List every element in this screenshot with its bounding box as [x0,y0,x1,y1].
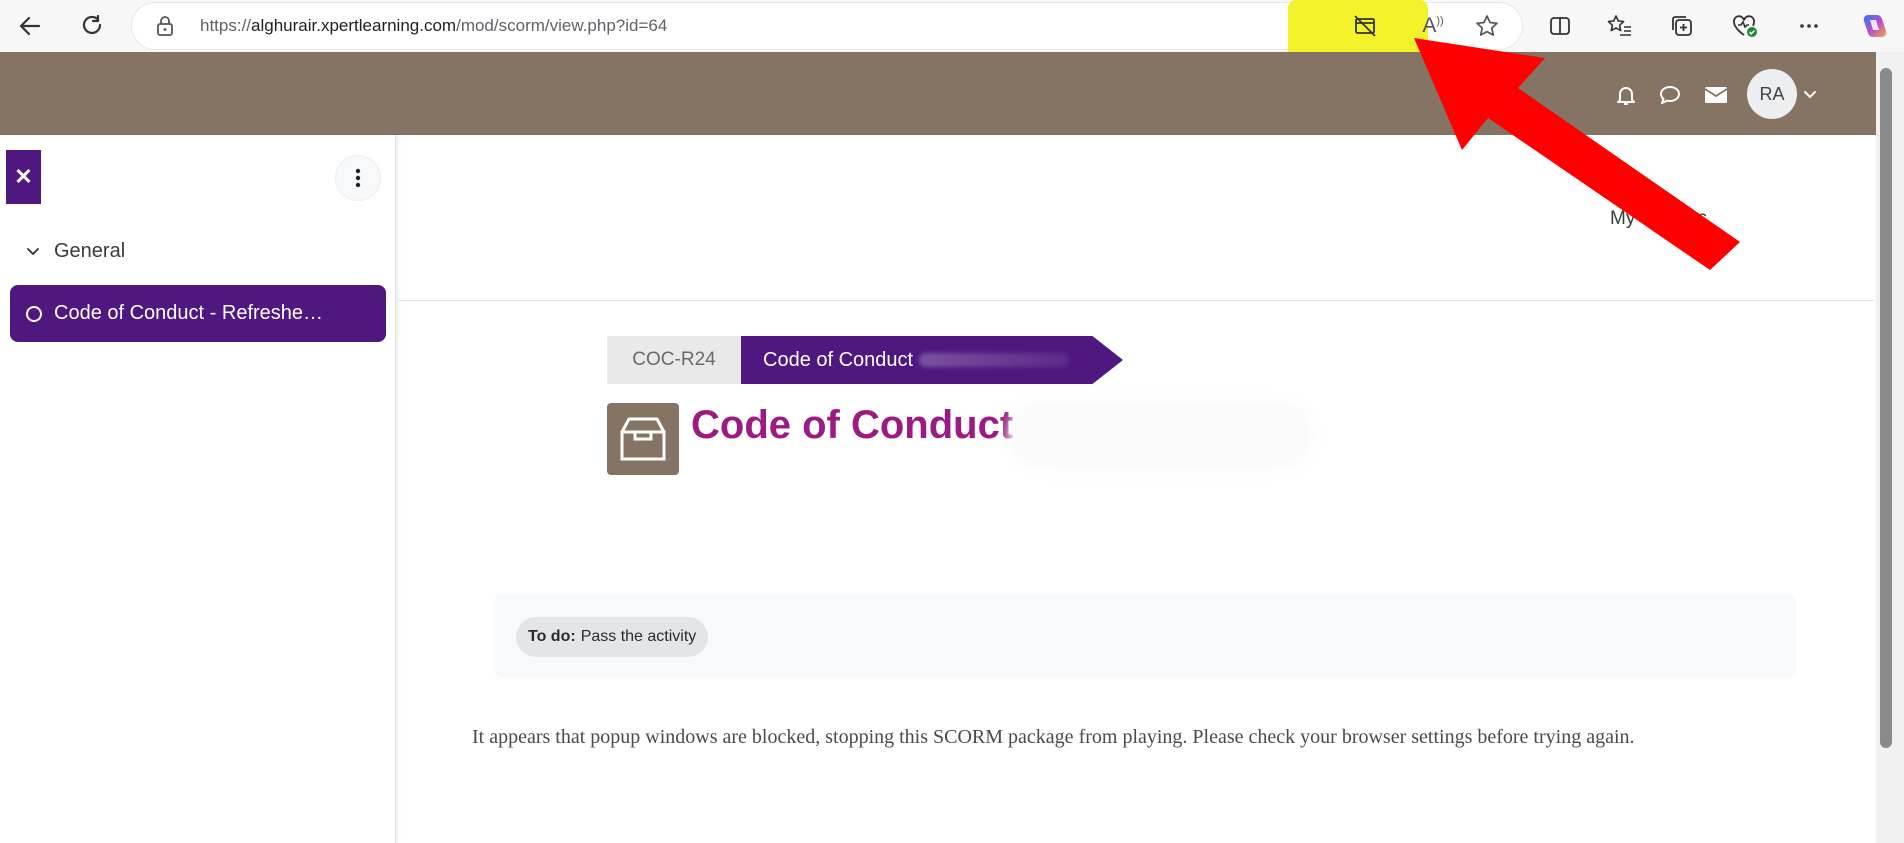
breadcrumb-current[interactable]: Code of Conduct [741,336,1123,384]
popup-blocked-message: It appears that popup windows are blocke… [472,726,1635,748]
todo-text: Pass the activity [580,628,697,645]
section-label: General [54,240,126,262]
favorites-button[interactable] [1602,8,1638,44]
popup-blocked-button[interactable] [1349,10,1381,42]
activity-icon [607,403,679,475]
course-index-item-label: Code of Conduct - Refreshe… [54,302,324,324]
more-button[interactable] [1791,8,1827,44]
copilot-button[interactable] [1856,8,1892,44]
reload-button[interactable] [72,6,112,46]
bell-icon [1617,87,1635,105]
chevron-down-icon [1804,91,1816,99]
avatar-initials: RA [1759,83,1785,104]
favorites-list-icon [1607,15,1631,36]
header-divider [398,300,1874,301]
favorite-star-icon [1476,15,1498,36]
avatar[interactable]: RA [1747,69,1797,119]
todo-prefix: To do: [528,628,576,645]
read-aloud-icon: A)) [1422,14,1444,37]
scrollbar-thumb[interactable] [1880,68,1892,748]
redacted-region [1008,400,1314,470]
lock-icon[interactable] [154,14,176,43]
redacted-text [919,353,1070,367]
reload-icon [82,14,102,34]
collections-icon [1672,16,1692,36]
notifications-button[interactable] [1611,80,1641,110]
breadcrumb-course-code[interactable]: COC-R24 [607,336,741,384]
breadcrumb-current-label: Code of Conduct [763,348,914,371]
collections-button[interactable] [1664,8,1700,44]
chevron-down-icon [27,247,39,255]
completion-requirement-badge: To do: Pass the activity [516,617,709,657]
url-scheme: https:// [200,16,252,35]
browser-essentials-icon [1733,15,1757,37]
close-drawer-button[interactable]: ✕ [6,150,41,204]
user-menu-toggle[interactable] [1800,84,1820,104]
back-icon [19,16,41,36]
split-screen-icon [1550,17,1570,35]
page-title: Code of Conduct [691,403,1014,447]
copilot-icon [1863,15,1887,37]
split-screen-button[interactable] [1542,8,1578,44]
url-text[interactable]: https://alghurair.xpertlearning.com/mod/… [200,16,667,36]
course-index-options-button[interactable] [335,155,381,201]
url-path: /mod/scorm/view.php?id=64 [456,16,668,35]
browser-essentials-button[interactable] [1727,8,1763,44]
messages-button[interactable] [1655,80,1685,110]
mail-button[interactable] [1701,80,1731,110]
completion-circle-icon [26,305,42,322]
url-host: alghurair.xpertlearning.com [251,16,457,35]
kebab-icon [355,168,361,188]
read-aloud-button[interactable]: A)) [1417,10,1449,42]
close-icon: ✕ [14,164,33,189]
mail-icon [1704,87,1728,103]
more-icon [1800,24,1818,28]
favorite-button[interactable] [1471,10,1503,42]
box-icon [620,417,666,461]
site-header [0,52,1876,135]
chat-icon [1660,86,1680,104]
section-general-toggle[interactable]: General [24,240,125,263]
back-button[interactable] [10,6,50,46]
course-index-item-active[interactable]: Code of Conduct - Refreshe… [10,285,386,342]
popup-blocked-icon [1354,15,1376,37]
my-courses-link[interactable]: My courses [1610,208,1707,230]
